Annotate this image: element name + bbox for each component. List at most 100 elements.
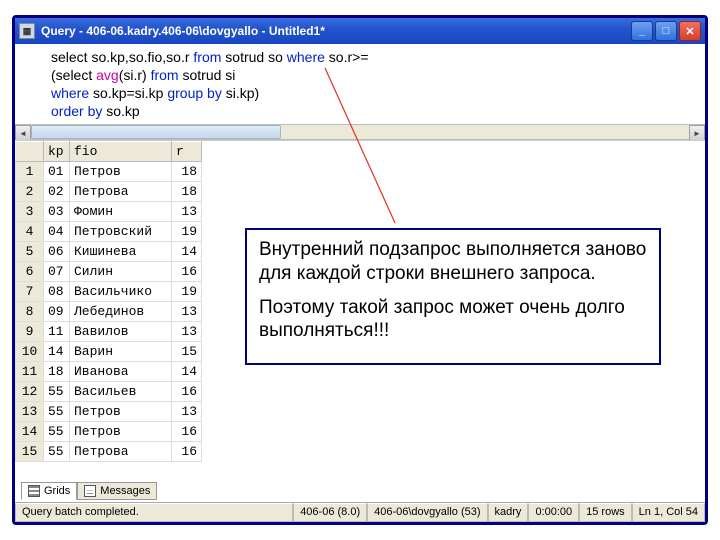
cell-fio[interactable]: Петров (70, 422, 172, 442)
cell-kp[interactable]: 14 (44, 342, 70, 362)
cell-fio[interactable]: Петров (70, 402, 172, 422)
row-number: 7 (16, 282, 44, 302)
table-row[interactable]: 708Васильчико19 (16, 282, 202, 302)
cell-r[interactable]: 18 (172, 182, 202, 202)
close-button[interactable]: ✕ (679, 21, 701, 41)
row-number: 5 (16, 242, 44, 262)
row-number: 14 (16, 422, 44, 442)
row-number: 8 (16, 302, 44, 322)
status-bar: Query batch completed. 406-06 (8.0) 406-… (15, 502, 705, 522)
cell-kp[interactable]: 11 (44, 322, 70, 342)
cell-r[interactable]: 19 (172, 222, 202, 242)
cell-r[interactable]: 16 (172, 422, 202, 442)
row-number: 13 (16, 402, 44, 422)
minimize-button[interactable]: _ (631, 21, 653, 41)
cell-kp[interactable]: 06 (44, 242, 70, 262)
cell-kp[interactable]: 03 (44, 202, 70, 222)
column-header-fio[interactable]: fio (70, 142, 172, 162)
cell-fio[interactable]: Силин (70, 262, 172, 282)
table-row[interactable]: 1014Варин15 (16, 342, 202, 362)
table-row[interactable]: 202Петрова18 (16, 182, 202, 202)
row-number: 11 (16, 362, 44, 382)
cell-kp[interactable]: 07 (44, 262, 70, 282)
table-row[interactable]: 607Силин16 (16, 262, 202, 282)
status-db: kadry (488, 503, 529, 522)
result-tabs: Grids Messages (21, 482, 157, 500)
status-server: 406-06 (8.0) (293, 503, 367, 522)
table-row[interactable]: 1355Петров13 (16, 402, 202, 422)
cell-r[interactable]: 15 (172, 342, 202, 362)
messages-icon (84, 485, 96, 497)
row-number: 2 (16, 182, 44, 202)
row-number: 3 (16, 202, 44, 222)
cell-fio[interactable]: Кишинева (70, 242, 172, 262)
cell-kp[interactable]: 55 (44, 382, 70, 402)
table-row[interactable]: 1455Петров16 (16, 422, 202, 442)
tab-messages[interactable]: Messages (77, 482, 157, 500)
sql-editor[interactable]: select so.kp,so.fio,so.r from sotrud so … (15, 44, 705, 124)
cell-fio[interactable]: Васильев (70, 382, 172, 402)
row-number: 10 (16, 342, 44, 362)
table-row[interactable]: 1255Васильев16 (16, 382, 202, 402)
cell-kp[interactable]: 55 (44, 422, 70, 442)
table-row[interactable]: 303Фомин13 (16, 202, 202, 222)
table-row[interactable]: 809Лебединов13 (16, 302, 202, 322)
row-number: 1 (16, 162, 44, 182)
cell-r[interactable]: 14 (172, 242, 202, 262)
table-row[interactable]: 506Кишинева14 (16, 242, 202, 262)
cell-r[interactable]: 13 (172, 302, 202, 322)
status-caret: Ln 1, Col 54 (632, 503, 705, 522)
cell-fio[interactable]: Петрова (70, 182, 172, 202)
maximize-button[interactable]: □ (655, 21, 677, 41)
scroll-thumb[interactable] (31, 125, 281, 139)
app-window: ▦ Query - 406-06.kadry.406-06\dovgyallo … (12, 15, 708, 525)
table-row[interactable]: 1555Петрова16 (16, 442, 202, 462)
tab-grids[interactable]: Grids (21, 482, 77, 500)
cell-kp[interactable]: 55 (44, 402, 70, 422)
cell-fio[interactable]: Иванова (70, 362, 172, 382)
cell-r[interactable]: 13 (172, 402, 202, 422)
column-header-kp[interactable]: kp (44, 142, 70, 162)
cell-kp[interactable]: 09 (44, 302, 70, 322)
status-rows: 15 rows (579, 503, 632, 522)
cell-kp[interactable]: 55 (44, 442, 70, 462)
row-number: 4 (16, 222, 44, 242)
status-time: 0:00:00 (528, 503, 579, 522)
cell-kp[interactable]: 18 (44, 362, 70, 382)
cell-r[interactable]: 14 (172, 362, 202, 382)
row-number: 12 (16, 382, 44, 402)
table-row[interactable]: 1118Иванова14 (16, 362, 202, 382)
cell-kp[interactable]: 04 (44, 222, 70, 242)
titlebar: ▦ Query - 406-06.kadry.406-06\dovgyallo … (15, 18, 705, 44)
table-row[interactable]: 101Петров18 (16, 162, 202, 182)
scroll-left-button[interactable]: ◄ (15, 125, 31, 141)
scroll-right-button[interactable]: ► (689, 125, 705, 141)
cell-fio[interactable]: Петрова (70, 442, 172, 462)
cell-fio[interactable]: Петров (70, 162, 172, 182)
results-table[interactable]: kp fio r 101Петров18202Петрова18303Фомин… (15, 141, 202, 462)
annotation-callout: Внутренний подзапрос выполняется заново … (245, 228, 661, 365)
corner-cell (16, 142, 44, 162)
editor-hscrollbar[interactable]: ◄ ► (15, 124, 705, 140)
column-header-r[interactable]: r (172, 142, 202, 162)
cell-fio[interactable]: Лебединов (70, 302, 172, 322)
table-row[interactable]: 404Петровский19 (16, 222, 202, 242)
cell-fio[interactable]: Васильчико (70, 282, 172, 302)
cell-kp[interactable]: 08 (44, 282, 70, 302)
cell-kp[interactable]: 01 (44, 162, 70, 182)
cell-r[interactable]: 18 (172, 162, 202, 182)
cell-r[interactable]: 19 (172, 282, 202, 302)
cell-fio[interactable]: Фомин (70, 202, 172, 222)
cell-kp[interactable]: 02 (44, 182, 70, 202)
cell-r[interactable]: 16 (172, 382, 202, 402)
cell-r[interactable]: 16 (172, 262, 202, 282)
grid-icon (28, 485, 40, 497)
table-row[interactable]: 911Вавилов13 (16, 322, 202, 342)
status-user: 406-06\dovgyallo (53) (367, 503, 487, 522)
cell-r[interactable]: 13 (172, 202, 202, 222)
cell-fio[interactable]: Петровский (70, 222, 172, 242)
cell-fio[interactable]: Вавилов (70, 322, 172, 342)
cell-r[interactable]: 13 (172, 322, 202, 342)
cell-r[interactable]: 16 (172, 442, 202, 462)
cell-fio[interactable]: Варин (70, 342, 172, 362)
